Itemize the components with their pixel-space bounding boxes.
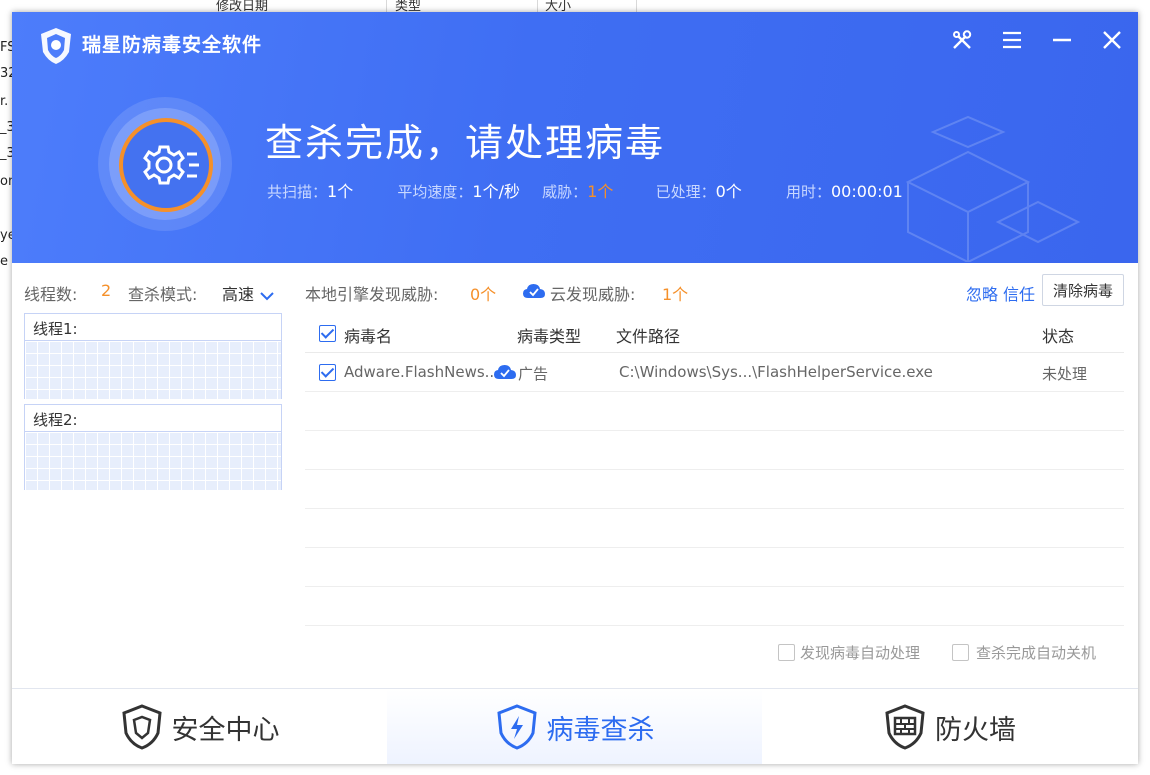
time-value: 00:00:01 <box>830 182 903 201</box>
cloud-detected-icon <box>494 365 516 379</box>
time-label: 用时： <box>785 183 831 201</box>
auto-handle-label: 发现病毒自动处理 <box>800 644 921 662</box>
table-row-empty <box>305 509 1124 548</box>
file-row-fragment: ye <box>0 228 12 243</box>
thread-panel-2: 线程2: <box>24 404 282 490</box>
bottom-navigation: 安全中心 病毒查杀 防火墙 <box>12 688 1138 764</box>
menu-button[interactable] <box>998 26 1026 54</box>
header-virus-name: 病毒名 <box>344 327 393 346</box>
nav-security-center[interactable]: 安全中心 <box>12 689 387 764</box>
table-row-empty <box>305 431 1124 470</box>
chevron-down-icon <box>260 291 274 300</box>
scan-stats: 共扫描：1个 平均速度：1个/秒 威胁：1个 已处理：0个 用时：00:00:0… <box>267 178 903 202</box>
auto-shutdown-label: 查杀完成自动关机 <box>976 644 1097 662</box>
scan-toolbar: 线程数: 2 查杀模式: 高速 本地引擎发现威胁: 0个 云发现威胁: 1个 忽… <box>12 263 1138 313</box>
scan-result-header: 瑞星防病毒安全软件 查杀完成，请处理病毒 共扫描：1个 平均速度：1个/秒 威胁… <box>12 12 1138 263</box>
cloud-threat-label: 云发现威胁: <box>550 285 636 304</box>
threat-label: 威胁： <box>542 183 588 201</box>
file-row-fragment: FS <box>0 40 12 55</box>
tools-button[interactable] <box>948 26 976 54</box>
file-row-fragment: r. <box>0 94 9 109</box>
auto-shutdown-checkbox[interactable] <box>952 644 969 661</box>
minimize-button[interactable] <box>1048 26 1076 54</box>
file-row-fragment: e <box>0 254 8 269</box>
speed-value: 1个/秒 <box>472 182 520 201</box>
nav-label: 安全中心 <box>171 714 280 746</box>
lion-shield-icon <box>121 704 162 750</box>
table-header: 病毒名 病毒类型 文件路径 状态 <box>305 313 1124 353</box>
thread-activity-grid <box>25 431 281 490</box>
header-status: 状态 <box>1042 327 1075 346</box>
cloud-threat-value: 1个 <box>662 285 689 304</box>
nav-label: 病毒查杀 <box>546 714 655 746</box>
firewall-shield-icon <box>885 704 925 750</box>
menu-icon <box>1003 31 1021 49</box>
thread-label: 线程2: <box>33 411 78 429</box>
tools-icon <box>953 30 972 49</box>
file-row-fragment: _3 <box>0 120 12 135</box>
scanned-label: 共扫描： <box>267 183 328 201</box>
row-checkbox[interactable] <box>319 364 336 381</box>
header-file-path: 文件路径 <box>616 327 681 346</box>
minimize-icon <box>1053 38 1071 42</box>
close-button[interactable] <box>1098 26 1126 54</box>
cloud-icon <box>523 284 545 298</box>
header-virus-type: 病毒类型 <box>517 327 582 346</box>
antivirus-window: 瑞星防病毒安全软件 查杀完成，请处理病毒 共扫描：1个 平均速度：1个/秒 威胁… <box>12 12 1138 764</box>
clear-virus-button[interactable]: 清除病毒 <box>1042 274 1124 306</box>
scan-mode-dropdown[interactable]: 高速 <box>222 281 275 305</box>
file-row-fragment: _3 <box>0 146 12 161</box>
threads-value: 2 <box>101 281 112 300</box>
scanned-value: 1个 <box>327 182 354 201</box>
scan-mode-label: 查杀模式: <box>128 285 198 304</box>
local-engine-value: 0个 <box>470 285 497 304</box>
ignore-link[interactable]: 忽略 <box>966 281 998 305</box>
speed-label: 平均速度： <box>397 183 473 201</box>
table-row-empty <box>305 392 1124 431</box>
thread-activity-grid <box>25 340 281 399</box>
auto-handle-checkbox[interactable] <box>778 644 795 661</box>
nav-label: 防火墙 <box>935 714 1016 746</box>
handled-value: 0个 <box>715 182 742 201</box>
table-row-empty <box>305 470 1124 509</box>
virus-table: 病毒名 病毒类型 文件路径 状态 Adware.FlashNews... 广告 … <box>305 313 1124 626</box>
scan-mode-value: 高速 <box>222 285 255 304</box>
table-row-empty <box>305 587 1124 626</box>
lightning-shield-icon <box>496 704 537 750</box>
select-all-checkbox[interactable] <box>319 325 336 342</box>
auto-shutdown-option[interactable]: 查杀完成自动关机 <box>952 642 1096 663</box>
rising-lion-logo-icon <box>41 28 71 64</box>
close-icon <box>1103 31 1121 49</box>
app-title: 瑞星防病毒安全软件 <box>82 34 263 56</box>
threat-value: 1个 <box>587 182 614 201</box>
scan-result-headline: 查杀完成，请处理病毒 <box>265 121 666 165</box>
auto-handle-option[interactable]: 发现病毒自动处理 <box>778 642 920 663</box>
trust-link[interactable]: 信任 <box>1003 281 1035 305</box>
virus-name: Adware.FlashNews... <box>344 363 499 381</box>
nav-virus-scan[interactable]: 病毒查杀 <box>387 689 762 764</box>
thread-label: 线程1: <box>33 320 78 338</box>
nav-firewall[interactable]: 防火墙 <box>762 689 1137 764</box>
thread-panel-1: 线程1: <box>24 313 282 399</box>
file-row-fragment: 32 <box>0 66 12 81</box>
status: 未处理 <box>1042 365 1088 383</box>
file-path: C:\Windows\Sys...\FlashHelperService.exe <box>619 363 933 381</box>
local-engine-label: 本地引擎发现威胁: <box>305 285 439 304</box>
handled-label: 已处理： <box>655 183 716 201</box>
table-row-empty <box>305 548 1124 587</box>
virus-type: 广告 <box>518 365 549 383</box>
threads-label: 线程数: <box>24 285 78 304</box>
title-bar[interactable]: 瑞星防病毒安全软件 <box>12 12 1138 68</box>
scan-gear-icon <box>143 145 199 185</box>
table-row[interactable]: Adware.FlashNews... 广告 C:\Windows\Sys...… <box>305 353 1124 392</box>
file-row-fragment: on <box>0 174 12 189</box>
